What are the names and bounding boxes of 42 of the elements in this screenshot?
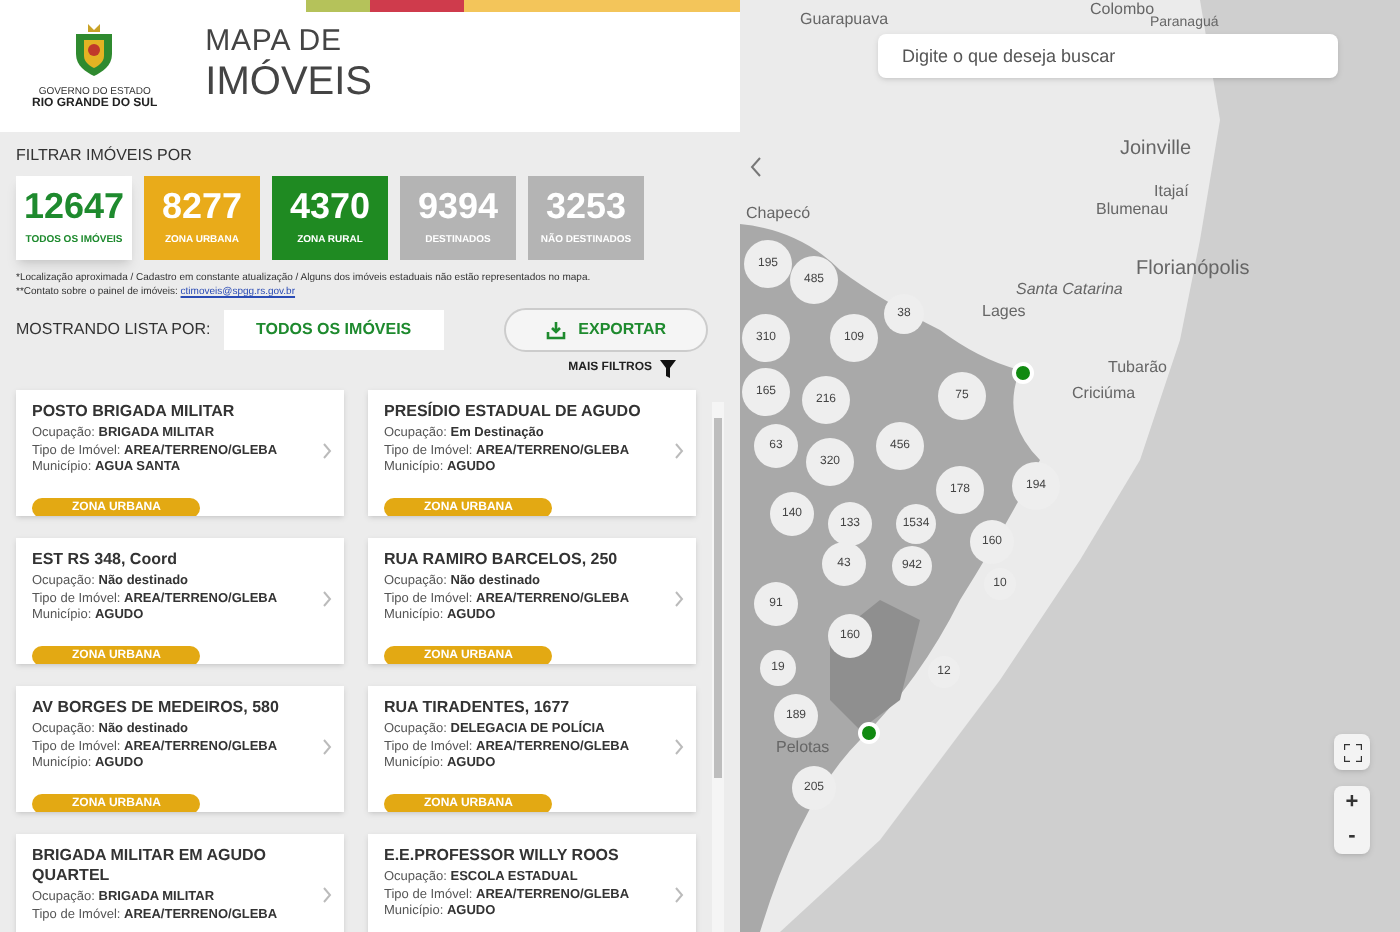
export-button[interactable]: EXPORTAR [504, 308, 708, 352]
page-title: IMÓVEIS [205, 58, 373, 106]
fullscreen-button[interactable] [1334, 734, 1370, 770]
map-place-label: Colombo [1090, 2, 1155, 18]
property-title: AV BORGES DE MEDEIROS, 580 [32, 698, 281, 718]
fullscreen-icon [1343, 743, 1361, 761]
chevron-right-icon [674, 886, 684, 904]
map-place-label: Florianópolis [1136, 260, 1250, 280]
map-place-label: Pelotas [776, 740, 830, 756]
chevron-right-icon [674, 590, 684, 608]
property-title: BRIGADA MILITAR EM AGUDO QUARTEL [32, 846, 269, 886]
chevron-right-icon [322, 738, 332, 756]
map-place-label: Criciúma [1072, 386, 1136, 402]
chevron-right-icon [674, 738, 684, 756]
map-place-label: Guarapuava [800, 12, 889, 28]
list-by-label: MOSTRANDO LISTA POR: [16, 318, 213, 342]
filter-label: FILTRAR IMÓVEIS POR [16, 144, 194, 168]
property-title: RUA TIRADENTES, 1677 [384, 698, 572, 718]
chevron-right-icon [674, 442, 684, 460]
chevron-right-icon [322, 442, 332, 460]
map-place-label: Chapecó [746, 206, 811, 222]
map-place-label: Tubarão [1108, 360, 1167, 376]
chevron-right-icon [322, 886, 332, 904]
search-field[interactable]: Digite o que deseja buscar [878, 34, 1338, 78]
scrollbar[interactable] [712, 402, 724, 932]
page-title: MAPA DE [205, 26, 344, 58]
list-by-value[interactable]: TODOS OS IMÓVEIS [224, 310, 444, 350]
zoom-in-button[interactable]: + [1334, 786, 1370, 820]
map-place-label: Blumenau [1096, 202, 1169, 218]
zoom-out-button[interactable]: - [1334, 820, 1370, 854]
property-title: POSTO BRIGADA MILITAR [32, 402, 237, 422]
map-place-label: Santa Catarina [1016, 282, 1123, 298]
filter-icon [660, 360, 676, 378]
property-title: EST RS 348, Coord [32, 550, 179, 570]
chevron-right-icon [322, 590, 332, 608]
map-place-label: Lages [982, 304, 1026, 320]
download-icon [546, 321, 567, 339]
map-place-label: Joinville [1120, 140, 1192, 160]
map-place-label: Itajaí [1154, 184, 1189, 200]
property-title: E.E.PROFESSOR WILLY ROOS [384, 846, 621, 866]
property-title: RUA RAMIRO BARCELOS, 250 [384, 550, 620, 570]
property-title: PRESÍDIO ESTADUAL DE AGUDO [384, 402, 643, 422]
